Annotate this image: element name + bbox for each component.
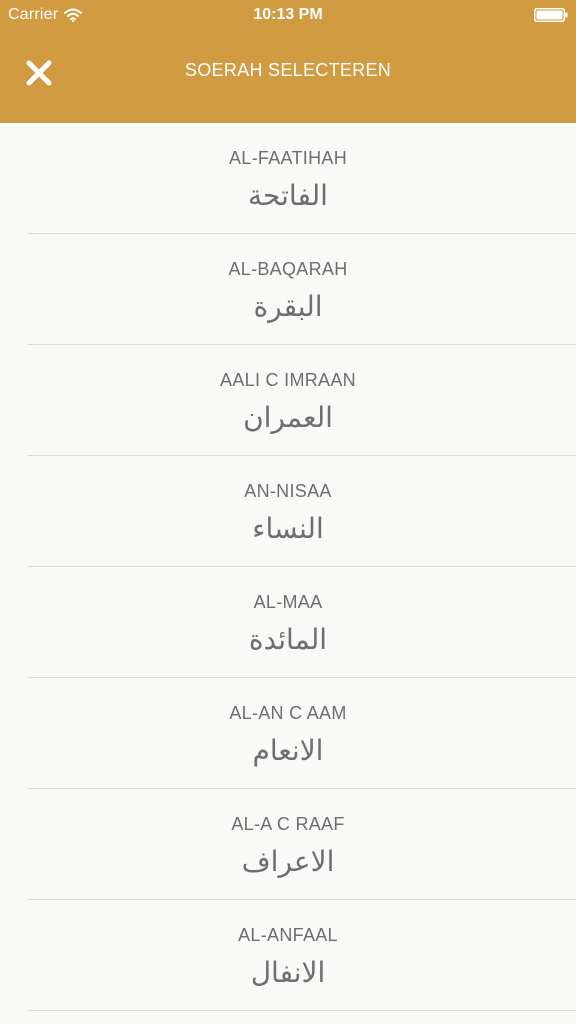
surah-arabic-name: الانفال <box>250 956 326 989</box>
status-bar: Carrier 10:13 PM <box>0 0 576 32</box>
surah-arabic-name: الانعام <box>252 734 324 767</box>
list-item[interactable]: AL-AN C AAM الانعام <box>28 678 576 789</box>
surah-latin-name: AALI C IMRAAN <box>220 370 356 390</box>
list-item[interactable]: AN-NISAA النساء <box>28 456 576 567</box>
surah-arabic-name: البقرة <box>253 290 323 323</box>
screen: Carrier 10:13 PM SOERAH SELECTEREN AL-FA… <box>0 0 576 1024</box>
list-item[interactable]: AL-ANFAAL الانفال <box>28 900 576 1011</box>
surah-latin-name: AL-MAA <box>253 592 323 612</box>
list-item[interactable]: AL-BAQARAH البقرة <box>28 234 576 345</box>
surah-latin-name: AL-AN C AAM <box>229 703 347 723</box>
status-time: 10:13 PM <box>253 6 323 23</box>
surah-arabic-name: العمران <box>243 401 333 434</box>
list-item[interactable]: AALI C IMRAAN العمران <box>28 345 576 456</box>
surah-list[interactable]: AL-FAATIHAH الفاتحة AL-BAQARAH البقرة AA… <box>0 123 576 1024</box>
surah-latin-name: AL-BAQARAH <box>228 259 348 279</box>
surah-latin-name: AN-NISAA <box>244 481 332 501</box>
list-item[interactable]: AL-A C RAAF الاعراف <box>28 789 576 900</box>
nav-bar: SOERAH SELECTEREN <box>0 32 576 123</box>
page-title: SOERAH SELECTEREN <box>184 60 392 80</box>
surah-latin-name: AL-A C RAAF <box>231 814 345 834</box>
surah-arabic-name: الفاتحة <box>248 179 328 212</box>
list-item[interactable]: AL-FAATIHAH الفاتحة <box>28 123 576 234</box>
battery-icon <box>534 8 568 22</box>
surah-arabic-name: النساء <box>252 512 324 545</box>
surah-latin-name: AL-FAATIHAH <box>229 148 347 168</box>
surah-latin-name: AL-ANFAAL <box>238 925 338 945</box>
surah-arabic-name: الاعراف <box>241 845 335 878</box>
header: Carrier 10:13 PM SOERAH SELECTEREN <box>0 0 576 123</box>
surah-arabic-name: المائدة <box>248 623 328 656</box>
list-item[interactable]: AL-MAA المائدة <box>28 567 576 678</box>
